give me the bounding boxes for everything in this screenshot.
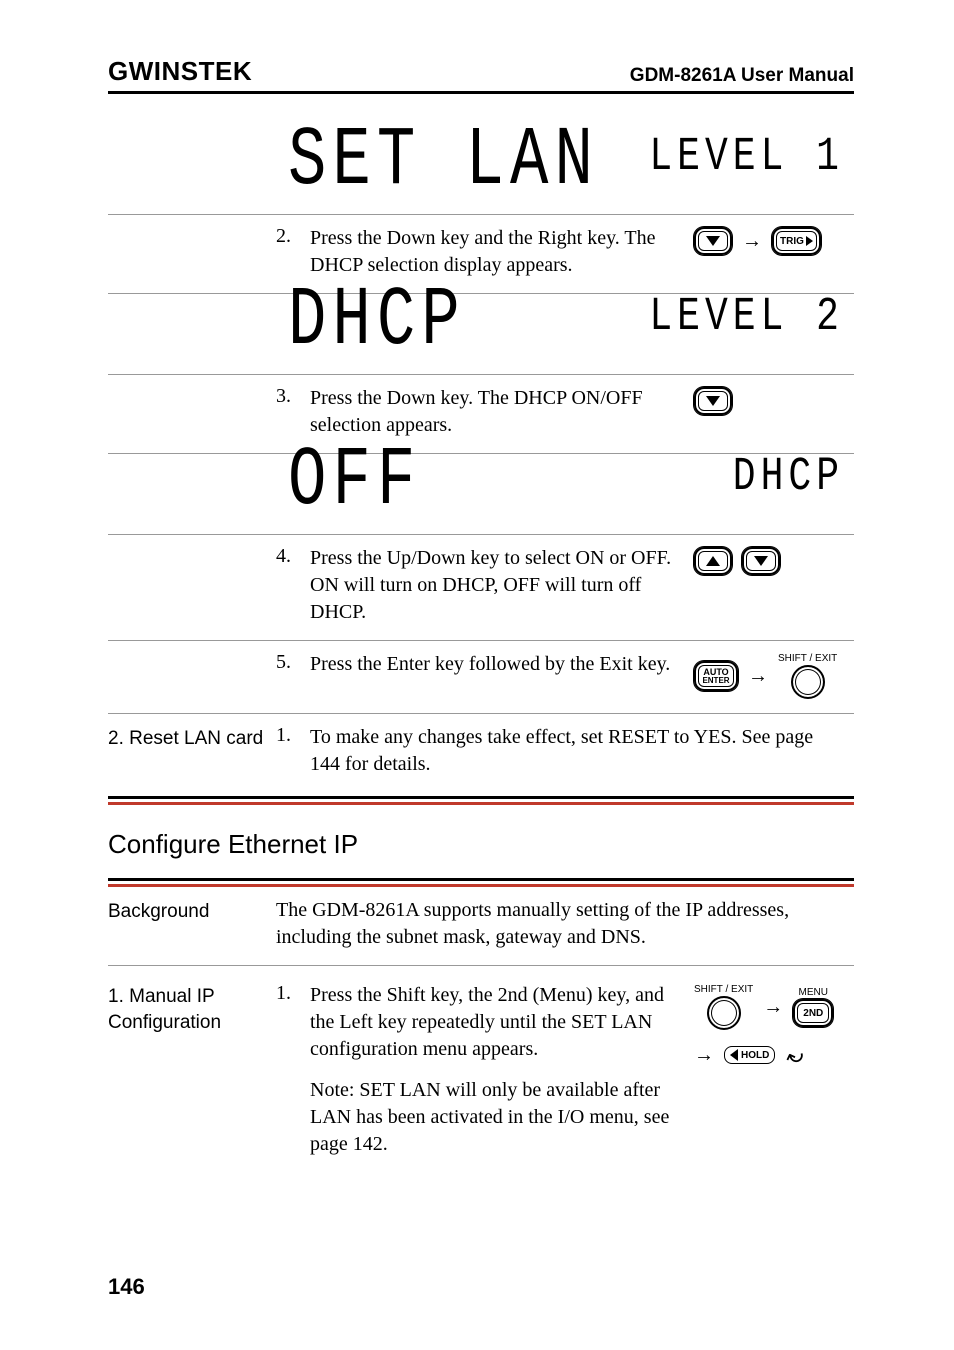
section-divider (108, 878, 854, 881)
section-divider (108, 796, 854, 799)
lcd-small-text: DHCP (733, 454, 854, 524)
arrow-right-icon: → (748, 666, 768, 686)
step-number: 2. (276, 225, 310, 248)
page-number: 146 (108, 1274, 145, 1300)
step-number: 1. (276, 724, 310, 747)
step-3: 3. Press the Down key. The DHCP ON/OFF s… (108, 375, 854, 454)
manual-title: GDM-8261A User Manual (630, 65, 854, 87)
hold-key-icon: HOLD (724, 1046, 775, 1064)
step-number: 1. (276, 982, 310, 1005)
shift-exit-key-icon: SHIFT / EXIT (778, 653, 837, 699)
lcd-big-text: DHCP (288, 281, 466, 364)
step-text: Press the Down key and the Right key. Th… (310, 225, 694, 279)
manual-ip-row: 1. Manual IP Configuration 1. Press the … (108, 966, 854, 1172)
step-text: Press the Down key. The DHCP ON/OFF sele… (310, 385, 694, 439)
auto-enter-key-icon: AUTO ENTER (694, 661, 738, 691)
arrow-right-icon: → (694, 1045, 714, 1065)
menu-2nd-key-icon: MENU 2ND (793, 987, 833, 1027)
manual-ip-label: 1. Manual IP Configuration (108, 982, 276, 1035)
down-key-icon (742, 547, 780, 575)
reset-lan-label: 2. Reset LAN card (108, 724, 276, 752)
step-text: Press the Up/Down key to select ON or OF… (310, 545, 694, 626)
step-text: To make any changes take effect, set RES… (310, 724, 854, 778)
step-4: 4. Press the Up/Down key to select ON or… (108, 535, 854, 641)
step-number: 3. (276, 385, 310, 408)
lcd-set-lan: SET LAN LEVEL 1 (108, 134, 854, 215)
arrow-right-icon: → (763, 997, 783, 1017)
step-2: 2. Press the Down key and the Right key.… (108, 215, 854, 294)
page-header: GWINSTEK GDM-8261A User Manual (108, 56, 854, 94)
step-number: 5. (276, 651, 310, 674)
down-key-icon (694, 387, 732, 415)
repeat-arrow-icon: ↶ (781, 1040, 807, 1071)
brand-logo: GWINSTEK (108, 56, 252, 87)
background-label: Background (108, 897, 276, 951)
section-heading: Configure Ethernet IP (108, 799, 854, 868)
shift-exit-key-icon: SHIFT / EXIT (694, 984, 753, 1030)
up-key-icon (694, 547, 732, 575)
step-number: 4. (276, 545, 310, 568)
background-text: The GDM-8261A supports manually setting … (276, 897, 854, 951)
background-row: Background The GDM-8261A supports manual… (108, 881, 854, 966)
step-text: Press the Shift key, the 2nd (Menu) key,… (310, 982, 694, 1158)
arrow-right-icon: → (742, 231, 762, 251)
step-text: Press the Enter key followed by the Exit… (310, 651, 694, 678)
lcd-big-text: SET LAN (288, 121, 599, 204)
lcd-small-text: LEVEL 1 (649, 134, 854, 204)
lcd-big-text: OFF (288, 441, 421, 524)
lcd-small-text: LEVEL 2 (649, 294, 854, 364)
lcd-off: OFF DHCP (108, 454, 854, 535)
lcd-dhcp: DHCP LEVEL 2 (108, 294, 854, 375)
step-5: 5. Press the Enter key followed by the E… (108, 641, 854, 714)
trig-key-icon: TRIG (772, 227, 821, 255)
down-key-icon (694, 227, 732, 255)
reset-lan-row: 2. Reset LAN card 1. To make any changes… (108, 714, 854, 786)
